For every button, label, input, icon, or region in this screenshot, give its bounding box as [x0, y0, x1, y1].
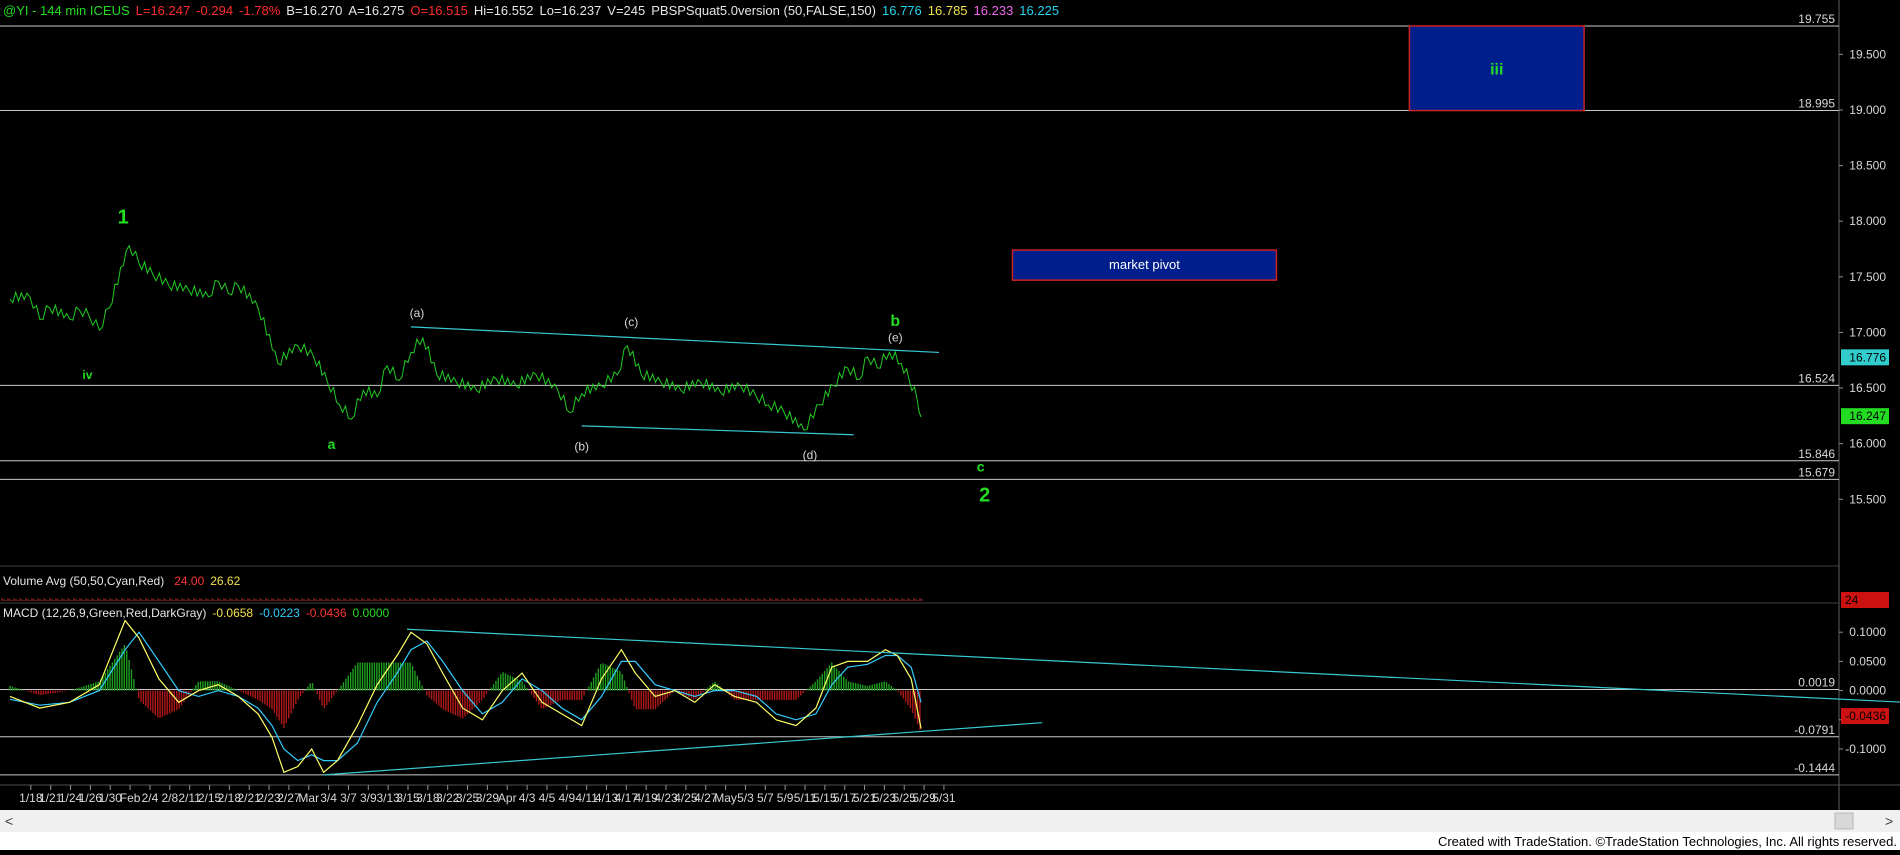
x-tick-label-38: 5/9 — [777, 791, 794, 805]
scroll-left-icon[interactable]: < — [5, 813, 13, 829]
macd-value-3: 0.0000 — [353, 606, 390, 620]
wave-label-5: (c) — [624, 315, 638, 329]
macd-ytick-label-0: -0.1000 — [1845, 742, 1886, 756]
header-part-13: 16.233 — [974, 3, 1014, 18]
scroll-right-icon[interactable]: > — [1885, 813, 1893, 829]
macd-hline-label-1: -0.0791 — [1794, 723, 1835, 737]
header-part-7: Hi=16.552 — [474, 3, 534, 18]
x-tick-label-6: 2/4 — [142, 791, 159, 805]
horizontal-scrollbar[interactable]: < > — [0, 810, 1900, 832]
price-ytick-label-3: 17.000 — [1849, 325, 1886, 339]
x-tick-label-46: 5/31 — [932, 791, 956, 805]
x-tick-label-5: Feb — [120, 791, 141, 805]
macd-hline-label-0: 0.0019 — [1798, 675, 1835, 689]
macd-value-0: -0.0658 — [212, 606, 253, 620]
x-tick-label-35: May — [714, 791, 737, 805]
x-tick-label-4: 1/30 — [99, 791, 123, 805]
wave-label-2: a — [328, 436, 336, 452]
macd-badge-label: -0.0436 — [1845, 709, 1886, 723]
macd-title: MACD (12,26,9,Green,Red,DarkGray) -0.0658… — [3, 606, 390, 620]
wave-label-0: 1 — [118, 206, 129, 228]
header-part-14: 16.225 — [1019, 3, 1059, 18]
chart-window: @YI - 144 min ICEUS L=16.247 -0.294 -1.78% B… — [0, 0, 1900, 850]
header-part-12: 16.785 — [928, 3, 968, 18]
wave-label-8: b — [890, 313, 900, 330]
x-tick-label-25: 4/3 — [519, 791, 536, 805]
header-part-3: -1.78% — [239, 3, 281, 18]
x-tick-label-37: 5/7 — [757, 791, 774, 805]
header-part-10: PBSPSquat5.0version (50,FALSE,150) — [651, 3, 876, 18]
wave-label-4: (b) — [574, 439, 589, 453]
wave-label-1: iv — [82, 368, 92, 382]
header-part-9: V=245 — [607, 3, 645, 18]
wave-label-10: 2 — [979, 484, 990, 506]
macd-hline-label-2: -0.1444 — [1794, 761, 1835, 775]
box-label-0: iii — [1490, 61, 1503, 78]
x-tick-label-26: 4/5 — [539, 791, 556, 805]
x-tick-label-24: Apr — [498, 791, 517, 805]
header-part-0: @YI - 144 min ICEUS — [3, 3, 130, 18]
x-tick-label-14: Mar — [298, 791, 319, 805]
price-badge-label-0: 16.776 — [1849, 350, 1886, 364]
price-ytick-label-1: 16.000 — [1849, 437, 1886, 451]
x-tick-label-16: 3/7 — [340, 791, 357, 805]
wave-label-9: c — [977, 458, 985, 474]
wave-label-3: (a) — [410, 306, 425, 320]
x-tick-label-23: 3/29 — [476, 791, 500, 805]
footer-credit: Created with TradeStation. ©TradeStation… — [1438, 834, 1897, 849]
x-tick-label-7: 2/8 — [161, 791, 178, 805]
macd-ytick-label-4: 0.1000 — [1849, 625, 1886, 639]
x-tick-label-13: 2/27 — [277, 791, 301, 805]
wave-label-7: (e) — [888, 330, 903, 344]
symbol-header: @YI - 144 min ICEUS L=16.247 -0.294 -1.78% B… — [3, 3, 1059, 18]
price-hline-label-3: 15.846 — [1798, 447, 1835, 461]
price-hline-label-0: 19.755 — [1798, 12, 1835, 26]
x-tick-label-17: 3/9 — [360, 791, 377, 805]
wave-label-6: (d) — [803, 448, 818, 462]
price-hline-label-1: 18.995 — [1798, 97, 1835, 111]
header-part-11: 16.776 — [882, 3, 922, 18]
header-part-5: A=16.275 — [348, 3, 404, 18]
price-ytick-label-6: 18.500 — [1849, 159, 1886, 173]
volume-title-text: Volume Avg (50,50,Cyan,Red) — [3, 574, 164, 588]
header-part-8: Lo=16.237 — [539, 3, 601, 18]
price-chart: @YI - 144 min ICEUS L=16.247 -0.294 -1.78% B… — [0, 0, 1900, 850]
price-badge-label-1: 16.247 — [1849, 409, 1886, 423]
scrollbar-thumb[interactable] — [1834, 812, 1854, 830]
header-part-2: -0.294 — [196, 3, 233, 18]
scrollbar-track[interactable] — [0, 810, 1900, 832]
macd-value-1: -0.0223 — [259, 606, 300, 620]
volume-badge-label: 24 — [1845, 593, 1859, 607]
price-ytick-label-0: 15.500 — [1849, 492, 1886, 506]
macd-ytick-label-2: 0.0000 — [1849, 684, 1886, 698]
volume-value-1: 26.62 — [210, 574, 240, 588]
box-label-1: market pivot — [1109, 257, 1180, 272]
price-ytick-label-7: 19.000 — [1849, 103, 1886, 117]
price-ytick-label-8: 19.500 — [1849, 47, 1886, 61]
price-hline-label-4: 15.679 — [1798, 465, 1835, 479]
price-ytick-label-2: 16.500 — [1849, 381, 1886, 395]
header-part-1: L=16.247 — [136, 3, 191, 18]
price-ytick-label-4: 17.500 — [1849, 270, 1886, 284]
volume-value-0: 24.00 — [174, 574, 204, 588]
macd-ytick-label-3: 0.0500 — [1849, 654, 1886, 668]
x-tick-label-36: 5/3 — [737, 791, 754, 805]
price-ytick-label-5: 18.000 — [1849, 214, 1886, 228]
chart-background — [0, 0, 1900, 850]
x-tick-label-15: 3/4 — [320, 791, 337, 805]
price-hline-label-2: 16.524 — [1798, 371, 1835, 385]
header-part-6: O=16.515 — [410, 3, 467, 18]
header-part-4: B=16.270 — [286, 3, 342, 18]
macd-title-text: MACD (12,26,9,Green,Red,DarkGray) — [3, 606, 206, 620]
macd-value-2: -0.0436 — [306, 606, 347, 620]
x-tick-label-27: 4/9 — [558, 791, 575, 805]
